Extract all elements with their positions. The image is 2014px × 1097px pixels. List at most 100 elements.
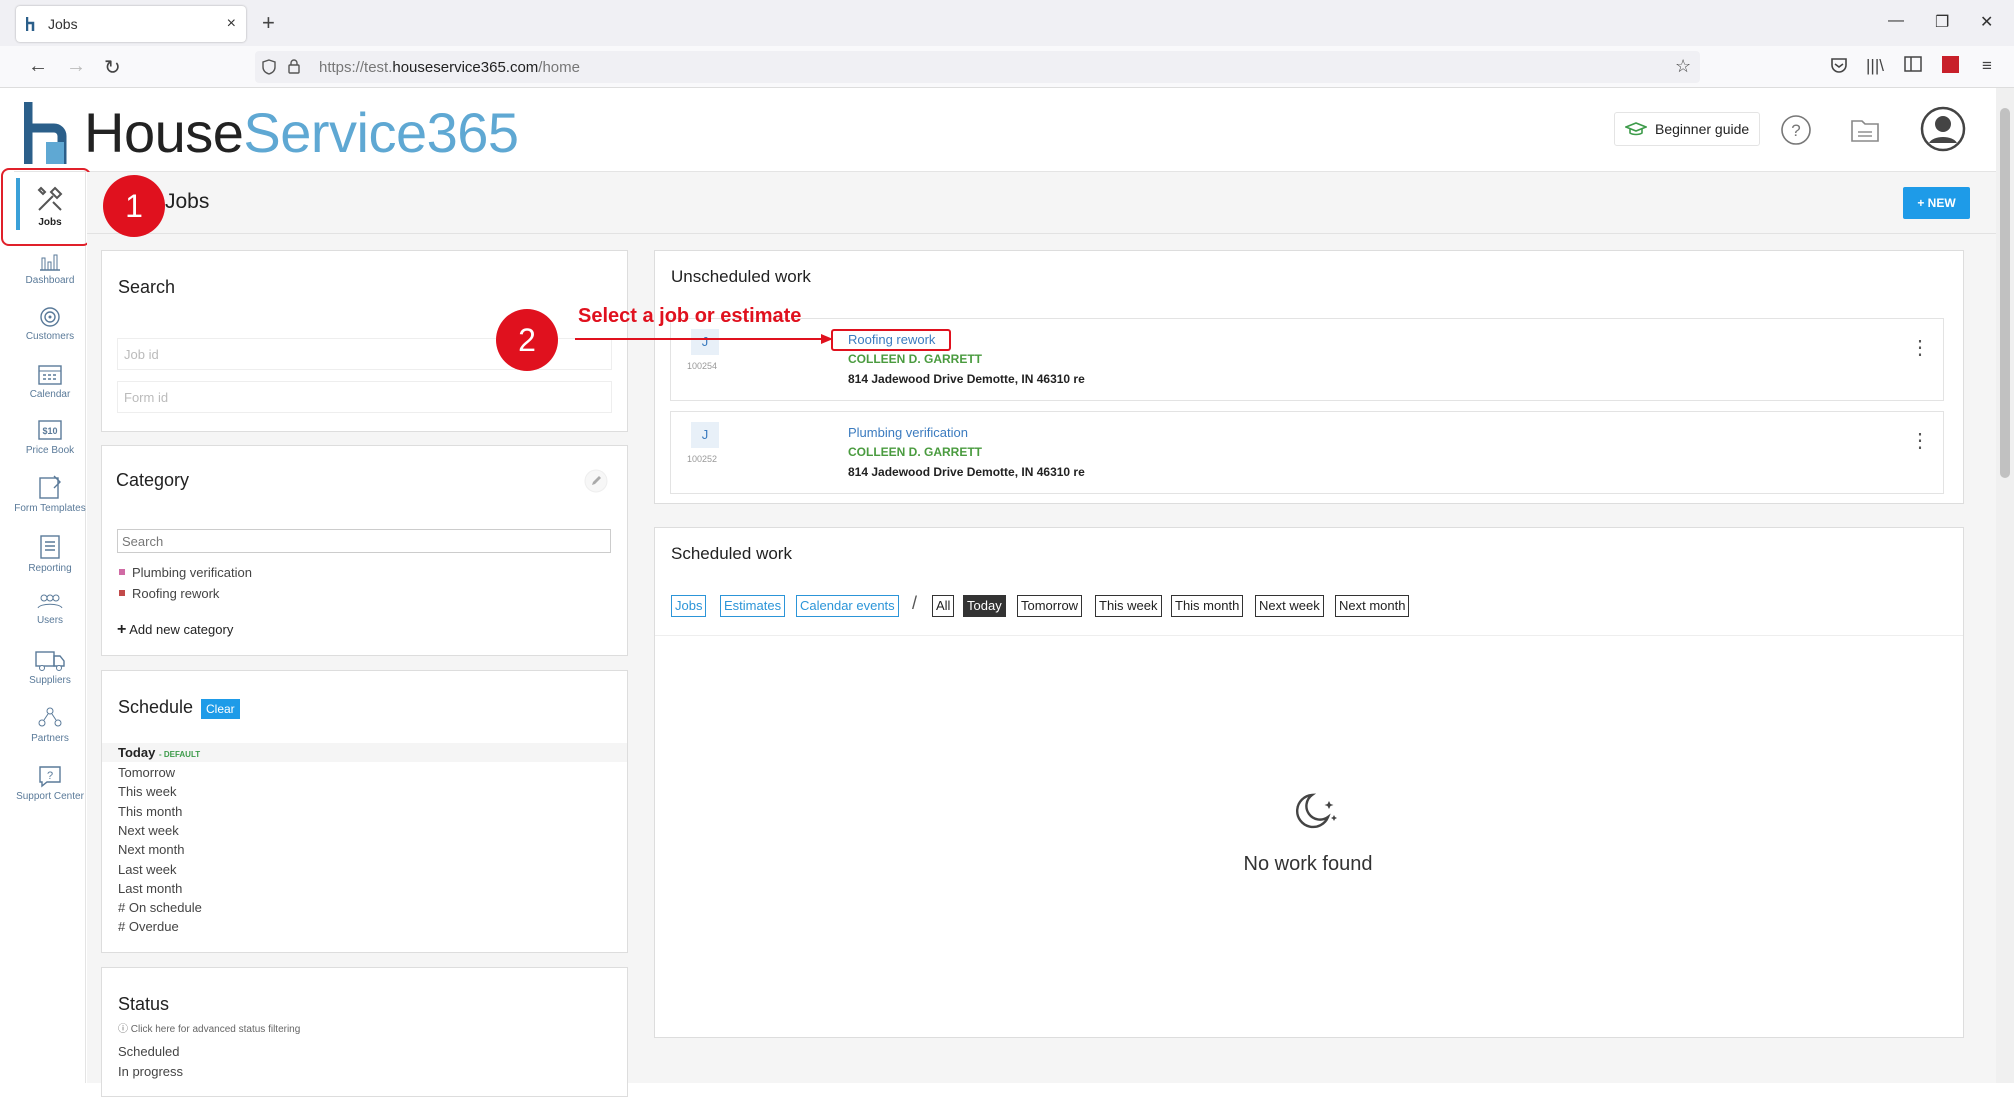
status-item[interactable]: In progress bbox=[118, 1064, 183, 1079]
category-color-swatch bbox=[119, 590, 125, 596]
sidebar-label: Price Book bbox=[25, 445, 75, 456]
schedule-panel-title: Schedule bbox=[118, 697, 194, 717]
window-close-icon[interactable]: ✕ bbox=[1980, 12, 1993, 32]
sidebar-label: Customers bbox=[25, 331, 75, 342]
status-panel-title: Status bbox=[118, 994, 170, 1014]
schedule-item[interactable]: # On schedule bbox=[118, 900, 202, 915]
filter-this-week[interactable]: This week bbox=[1095, 595, 1162, 617]
back-icon[interactable]: ← bbox=[28, 55, 48, 78]
filter-next-week[interactable]: Next week bbox=[1255, 595, 1324, 617]
status-item[interactable]: Scheduled bbox=[118, 1044, 179, 1059]
category-search-field[interactable]: Search bbox=[117, 529, 611, 553]
annotation-step-1: 1 bbox=[103, 175, 165, 237]
sidebar-label: Users bbox=[36, 615, 64, 626]
sidebar-item-calendar[interactable]: Calendar bbox=[14, 362, 86, 401]
menu-icon[interactable]: ≡ bbox=[1982, 56, 1992, 76]
category-item[interactable]: Plumbing verification bbox=[132, 565, 252, 580]
filter-next-month[interactable]: Next month bbox=[1335, 595, 1410, 617]
more-options-icon[interactable]: ⋮ bbox=[1910, 431, 1930, 451]
browser-nav-bar: ← → ↻ https://test.houseservice365.com/h… bbox=[0, 46, 2014, 88]
edit-pencil-icon[interactable] bbox=[584, 469, 608, 493]
sidebar-item-reporting[interactable]: Reporting bbox=[14, 534, 86, 575]
filter-this-month[interactable]: This month bbox=[1171, 595, 1244, 617]
sidebar-label: Suppliers bbox=[29, 675, 71, 686]
filter-estimates[interactable]: Estimates bbox=[720, 595, 786, 617]
url-bar[interactable]: https://test.houseservice365.com/home ☆ bbox=[255, 51, 1700, 83]
advanced-status-link[interactable]: ⓘ Click here for advanced status filteri… bbox=[118, 1020, 300, 1035]
more-options-icon[interactable]: ⋮ bbox=[1910, 338, 1930, 358]
logo-icon bbox=[24, 102, 67, 164]
folder-icon[interactable] bbox=[1850, 118, 1880, 144]
sidebar-item-users[interactable]: Users bbox=[14, 592, 86, 627]
svg-text:?: ? bbox=[47, 770, 53, 782]
sidebar-label: Partners bbox=[31, 733, 69, 744]
reload-icon[interactable]: ↻ bbox=[104, 55, 121, 80]
filter-jobs[interactable]: Jobs bbox=[671, 595, 707, 617]
form-id-field[interactable]: Form id bbox=[117, 381, 612, 413]
library-icon[interactable]: |||\ bbox=[1866, 56, 1884, 76]
schedule-item[interactable]: Next week bbox=[118, 823, 179, 838]
main-sidebar: Jobs Dashboard Customers Calendar $10 Pr… bbox=[14, 172, 86, 1083]
sidebar-label: Reporting bbox=[28, 563, 72, 574]
sidebar-toggle-icon[interactable] bbox=[1904, 56, 1922, 72]
schedule-item[interactable]: This month bbox=[118, 804, 182, 819]
shield-icon bbox=[262, 59, 276, 75]
filter-today[interactable]: Today bbox=[963, 595, 1006, 617]
sidebar-item-support-center[interactable]: ? Support Center bbox=[14, 764, 86, 803]
annotation-step-2: 2 bbox=[496, 309, 558, 371]
beginner-guide-button[interactable]: Beginner guide bbox=[1614, 112, 1761, 146]
schedule-item[interactable]: # Overdue bbox=[118, 919, 179, 934]
filter-all[interactable]: All bbox=[932, 595, 955, 617]
category-color-swatch bbox=[119, 569, 125, 575]
svg-text:?: ? bbox=[1791, 121, 1800, 140]
job-id: 100252 bbox=[687, 454, 718, 464]
minimize-icon[interactable]: — bbox=[1888, 12, 1904, 30]
beginner-guide-label: Beginner guide bbox=[1655, 121, 1750, 137]
pocket-icon[interactable] bbox=[1830, 56, 1848, 74]
schedule-item[interactable]: Next month bbox=[118, 842, 184, 857]
schedule-item[interactable]: Last month bbox=[118, 881, 182, 896]
new-button[interactable]: + NEW bbox=[1903, 187, 1970, 219]
restore-icon[interactable]: ❐ bbox=[1935, 12, 1949, 32]
help-icon[interactable]: ? bbox=[1780, 114, 1812, 146]
form-icon bbox=[39, 475, 61, 499]
job-customer: COLLEEN D. GARRETT bbox=[848, 352, 982, 366]
app-header: HouseService365 Beginner guide ? bbox=[14, 88, 1996, 172]
filter-tomorrow[interactable]: Tomorrow bbox=[1017, 595, 1083, 617]
truck-icon bbox=[35, 651, 65, 671]
price-tag-icon: $10 bbox=[38, 420, 62, 440]
schedule-item-today[interactable]: Today - DEFAULT bbox=[118, 745, 200, 760]
annotation-step-2-text: Select a job or estimate bbox=[578, 305, 802, 327]
schedule-item[interactable]: Last week bbox=[118, 862, 177, 877]
support-icon: ? bbox=[39, 766, 61, 788]
job-customer: COLLEEN D. GARRETT bbox=[848, 445, 982, 459]
category-item[interactable]: Roofing rework bbox=[132, 586, 219, 601]
add-category-link[interactable]: + Add new category bbox=[117, 621, 233, 639]
tab-close-icon[interactable]: × bbox=[227, 15, 236, 33]
extension-icon[interactable] bbox=[1942, 56, 1959, 73]
job-title-link[interactable]: Plumbing verification bbox=[848, 425, 968, 440]
job-id: 100254 bbox=[687, 361, 718, 371]
schedule-item[interactable]: This week bbox=[118, 784, 177, 799]
sidebar-item-dashboard[interactable]: Dashboard bbox=[14, 250, 86, 287]
target-icon bbox=[40, 307, 60, 327]
forward-icon[interactable]: → bbox=[66, 55, 86, 78]
filter-calendar-events[interactable]: Calendar events bbox=[796, 595, 899, 617]
title-divider bbox=[87, 233, 1996, 234]
new-tab-button[interactable]: + bbox=[262, 10, 275, 36]
user-avatar-icon[interactable] bbox=[1920, 106, 1966, 152]
sidebar-item-price-book[interactable]: $10 Price Book bbox=[14, 418, 86, 457]
sidebar-item-form-templates[interactable]: Form Templates bbox=[14, 474, 86, 515]
sidebar-item-partners[interactable]: Partners bbox=[14, 706, 86, 745]
partners-icon bbox=[38, 707, 62, 727]
job-card[interactable]: J 100252 Plumbing verification COLLEEN D… bbox=[670, 411, 1944, 494]
bookmark-star-icon[interactable]: ☆ bbox=[1675, 56, 1691, 77]
sidebar-item-customers[interactable]: Customers bbox=[14, 306, 86, 343]
scrollbar-thumb[interactable] bbox=[2000, 108, 2010, 478]
browser-tab[interactable]: Jobs × bbox=[16, 6, 246, 42]
tab-title: Jobs bbox=[48, 16, 78, 32]
clear-schedule-button[interactable]: Clear bbox=[201, 699, 240, 719]
schedule-item[interactable]: Tomorrow bbox=[118, 765, 175, 780]
browser-tab-bar: Jobs × + — ❐ ✕ bbox=[0, 0, 2014, 46]
sidebar-item-suppliers[interactable]: Suppliers bbox=[14, 648, 86, 687]
